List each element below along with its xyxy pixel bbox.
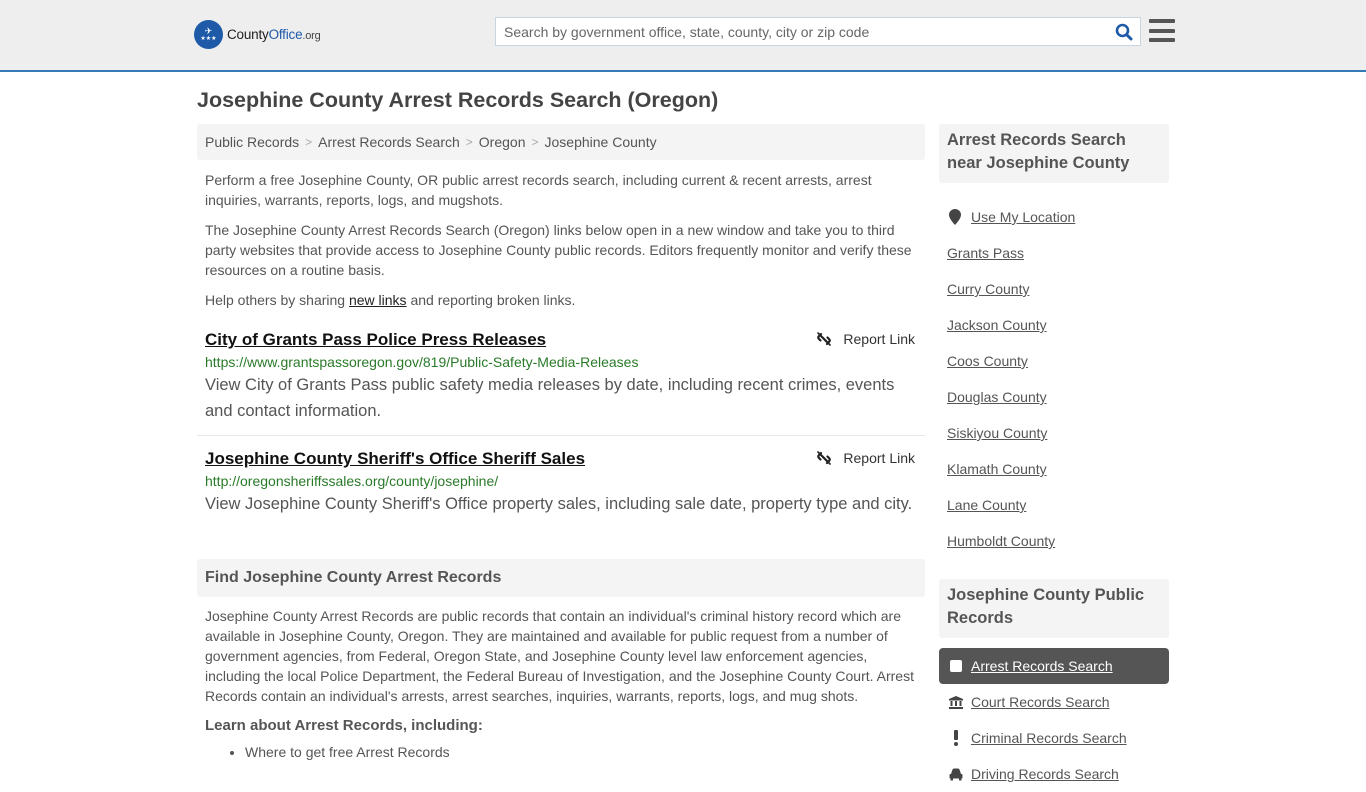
use-my-location-item: Use My Location: [939, 199, 1169, 235]
resource-description: View Josephine County Sheriff's Office p…: [205, 495, 913, 513]
nearby-item: Lane County: [939, 487, 1169, 523]
resource-title-link[interactable]: City of Grants Pass Police Press Release…: [205, 329, 546, 351]
nearby-link-lane-county[interactable]: Lane County: [947, 497, 1026, 513]
map-pin-icon: [949, 209, 961, 225]
nearby-item: Klamath County: [939, 451, 1169, 487]
share-text: Help others by sharing: [205, 292, 349, 308]
nearby-item: Grants Pass: [939, 235, 1169, 271]
report-link-button[interactable]: Report Link: [816, 331, 915, 347]
nearby-link-grants-pass[interactable]: Grants Pass: [947, 245, 1024, 261]
nearby-link-klamath-county[interactable]: Klamath County: [947, 461, 1047, 477]
resource-description: View City of Grants Pass public safety m…: [205, 376, 895, 420]
main-content: Public Records > Arrest Records Search >…: [197, 124, 925, 762]
nearby-link-douglas-county[interactable]: Douglas County: [947, 389, 1047, 405]
resource-url: http://oregonsheriffssales.org/county/jo…: [205, 473, 499, 489]
menu-bar: [1149, 38, 1175, 42]
learn-list: Where to get free Arrest Records: [197, 742, 925, 762]
new-links-link[interactable]: new links: [349, 292, 407, 308]
public-records-item-criminal[interactable]: Criminal Records Search: [939, 720, 1169, 756]
public-records-item-arrest[interactable]: Arrest Records Search: [939, 648, 1169, 684]
resource-title-link[interactable]: Josephine County Sheriff's Office Sherif…: [205, 448, 585, 470]
resource-url: https://www.grantspassoregon.gov/819/Pub…: [205, 354, 639, 370]
logo-eagle-icon: ✈ ★★★: [194, 20, 223, 49]
logo-text-org: .org: [302, 30, 321, 42]
search-input[interactable]: [496, 18, 1108, 45]
public-records-item-court[interactable]: Court Records Search: [939, 684, 1169, 720]
learn-list-item: Where to get free Arrest Records: [245, 742, 925, 762]
nearby-list: Use My Location Grants Pass Curry County…: [939, 199, 1169, 559]
public-records-item-driving[interactable]: Driving Records Search: [939, 756, 1169, 792]
report-link-label: Report Link: [843, 450, 915, 466]
report-link-label: Report Link: [843, 331, 915, 347]
nearby-link-humboldt-county[interactable]: Humboldt County: [947, 533, 1055, 549]
breadcrumb-separator: >: [531, 135, 539, 149]
site-logo[interactable]: ✈ ★★★ CountyOffice.org: [194, 20, 321, 49]
share-text: and reporting broken links.: [406, 292, 576, 308]
intro-paragraph: The Josephine County Arrest Records Sear…: [205, 222, 912, 278]
court-records-search-link[interactable]: Court Records Search: [971, 694, 1110, 710]
find-records-body: Josephine County Arrest Records are publ…: [205, 608, 914, 704]
intro: Perform a free Josephine County, OR publ…: [197, 170, 925, 310]
nearby-item: Siskiyou County: [939, 415, 1169, 451]
square-icon: [949, 660, 963, 672]
public-records-heading: Josephine County Public Records: [939, 579, 1169, 638]
breadcrumb: Public Records > Arrest Records Search >…: [197, 124, 925, 160]
nearby-item: Jackson County: [939, 307, 1169, 343]
search-box: [495, 17, 1141, 46]
menu-bar: [1149, 28, 1175, 33]
arrest-records-search-link[interactable]: Arrest Records Search: [971, 658, 1113, 674]
logo-text-office: Office: [268, 27, 303, 42]
breadcrumb-josephine-county[interactable]: Josephine County: [545, 134, 657, 150]
breadcrumb-oregon[interactable]: Oregon: [479, 134, 526, 150]
search-icon: [1115, 23, 1133, 40]
nearby-link-siskiyou-county[interactable]: Siskiyou County: [947, 425, 1047, 441]
breadcrumb-separator: >: [465, 135, 473, 149]
exclamation-icon: [949, 730, 963, 746]
car-icon: [949, 768, 963, 781]
nearby-link-coos-county[interactable]: Coos County: [947, 353, 1028, 369]
nearby-item: Coos County: [939, 343, 1169, 379]
report-link-button[interactable]: Report Link: [816, 450, 915, 466]
logo-text-county: County: [227, 27, 269, 42]
logo-text: CountyOffice.org: [227, 27, 321, 42]
breadcrumb-separator: >: [305, 135, 313, 149]
find-records-heading: Find Josephine County Arrest Records: [197, 559, 925, 597]
courthouse-icon: [949, 695, 963, 709]
search-button[interactable]: [1108, 18, 1140, 45]
nearby-item: Curry County: [939, 271, 1169, 307]
resource-item: City of Grants Pass Police Press Release…: [197, 329, 925, 436]
driving-records-search-link[interactable]: Driving Records Search: [971, 766, 1119, 782]
nearby-heading: Arrest Records Search near Josephine Cou…: [939, 124, 1169, 183]
public-records-list: Arrest Records Search Court Records Sear…: [939, 648, 1169, 792]
learn-heading: Learn about Arrest Records, including:: [205, 717, 483, 734]
breadcrumb-arrest-records-search[interactable]: Arrest Records Search: [318, 134, 460, 150]
share-links-paragraph: Help others by sharing new links and rep…: [197, 290, 925, 310]
resource-item: Josephine County Sheriff's Office Sherif…: [197, 448, 925, 517]
breadcrumb-public-records[interactable]: Public Records: [205, 134, 299, 150]
sidebar: Arrest Records Search near Josephine Cou…: [939, 124, 1169, 792]
page-title: Josephine County Arrest Records Search (…: [197, 88, 719, 112]
criminal-records-search-link[interactable]: Criminal Records Search: [971, 730, 1127, 746]
nearby-link-jackson-county[interactable]: Jackson County: [947, 317, 1047, 333]
use-my-location-link[interactable]: Use My Location: [971, 209, 1075, 225]
menu-bar: [1149, 19, 1175, 23]
nearby-link-curry-county[interactable]: Curry County: [947, 281, 1029, 297]
site-header: ✈ ★★★ CountyOffice.org: [0, 0, 1366, 72]
intro-paragraph: Perform a free Josephine County, OR publ…: [205, 172, 872, 208]
nearby-item: Humboldt County: [939, 523, 1169, 559]
broken-link-icon: [817, 451, 832, 465]
nearby-item: Douglas County: [939, 379, 1169, 415]
broken-link-icon: [817, 332, 832, 346]
hamburger-menu-button[interactable]: [1149, 19, 1175, 42]
